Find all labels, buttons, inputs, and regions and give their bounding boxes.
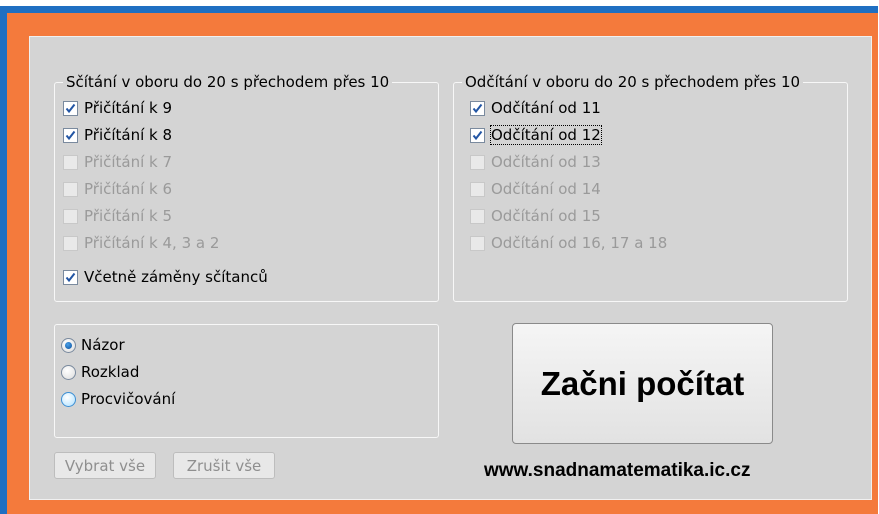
checkbox-box[interactable] [63, 127, 78, 143]
addition-checkbox-k9[interactable]: Přičítání k 9 [63, 97, 172, 119]
subtraction-checkbox-14[interactable]: Odčítání od 14 [470, 178, 601, 200]
checkbox-box[interactable] [470, 235, 485, 251]
radio-rozklad[interactable]: Rozklad [61, 361, 139, 383]
checkbox-box[interactable] [470, 100, 485, 116]
subtraction-checkbox-11[interactable]: Odčítání od 11 [470, 97, 601, 119]
checkbox-box[interactable] [470, 181, 485, 197]
radio-label: Názor [81, 336, 125, 354]
radio-label: Procvičování [81, 390, 176, 408]
checkbox-label: Odčítání od 13 [491, 153, 601, 171]
checkbox-label: Odčítání od 16, 17 a 18 [491, 234, 668, 252]
radio-button[interactable] [61, 337, 76, 353]
checkbox-box[interactable] [63, 181, 78, 197]
checkbox-label: Včetně záměny sčítanců [84, 268, 268, 286]
addition-checkbox-k5[interactable]: Přičítání k 5 [63, 205, 172, 227]
subtraction-checkbox-12[interactable]: Odčítání od 12 [470, 124, 602, 146]
checkbox-box[interactable] [470, 208, 485, 224]
addition-group-title: Sčítání v oboru do 20 s přechodem přes 1… [63, 73, 393, 91]
checkbox-box[interactable] [63, 100, 78, 116]
checkbox-box[interactable] [470, 127, 485, 143]
checkmark-icon [64, 129, 77, 142]
checkbox-label: Odčítání od 11 [491, 99, 601, 117]
addition-checkbox-k6[interactable]: Přičítání k 6 [63, 178, 172, 200]
subtraction-checkbox-13[interactable]: Odčítání od 13 [470, 151, 601, 173]
addition-checkbox-k432[interactable]: Přičítání k 4, 3 a 2 [63, 232, 219, 254]
checkbox-label: Přičítání k 4, 3 a 2 [84, 234, 220, 252]
addition-checkbox-k8[interactable]: Přičítání k 8 [63, 124, 172, 146]
checkbox-label: Přičítání k 6 [84, 180, 173, 198]
checkbox-label: Odčítání od 15 [491, 207, 601, 225]
checkbox-label: Přičítání k 7 [84, 153, 173, 171]
checkbox-box[interactable] [63, 269, 78, 285]
start-button[interactable]: Začni počítat [512, 323, 773, 444]
radio-procvicovani[interactable]: Procvičování [61, 388, 175, 410]
select-all-button[interactable]: Vybrat vše [54, 452, 156, 479]
radio-label: Rozklad [81, 363, 140, 381]
checkbox-label: Přičítání k 5 [84, 207, 173, 225]
addition-checkbox-k7[interactable]: Přičítání k 7 [63, 151, 172, 173]
radio-button[interactable] [61, 391, 76, 407]
checkmark-icon [64, 102, 77, 115]
checkbox-box[interactable] [63, 208, 78, 224]
checkbox-box[interactable] [470, 154, 485, 170]
clear-all-button[interactable]: Zrušit vše [173, 452, 275, 479]
checkbox-box[interactable] [63, 154, 78, 170]
radio-button[interactable] [61, 364, 76, 380]
checkmark-icon [471, 129, 484, 142]
checkbox-box[interactable] [63, 235, 78, 251]
subtraction-group-title: Odčítání v oboru do 20 s přechodem přes … [462, 73, 804, 91]
radio-nazor[interactable]: Názor [61, 334, 125, 356]
checkbox-label: Odčítání od 12 [490, 125, 602, 145]
website-link: www.snadnamatematika.ic.cz [484, 460, 751, 481]
checkbox-label: Přičítání k 9 [84, 99, 173, 117]
checkbox-label: Přičítání k 8 [84, 126, 173, 144]
checkmark-icon [471, 102, 484, 115]
checkmark-icon [64, 271, 77, 284]
checkbox-label: Odčítání od 14 [491, 180, 601, 198]
subtraction-checkbox-16-18[interactable]: Odčítání od 16, 17 a 18 [470, 232, 667, 254]
subtraction-checkbox-15[interactable]: Odčítání od 15 [470, 205, 601, 227]
swap-addends-checkbox[interactable]: Včetně záměny sčítanců [63, 266, 268, 288]
